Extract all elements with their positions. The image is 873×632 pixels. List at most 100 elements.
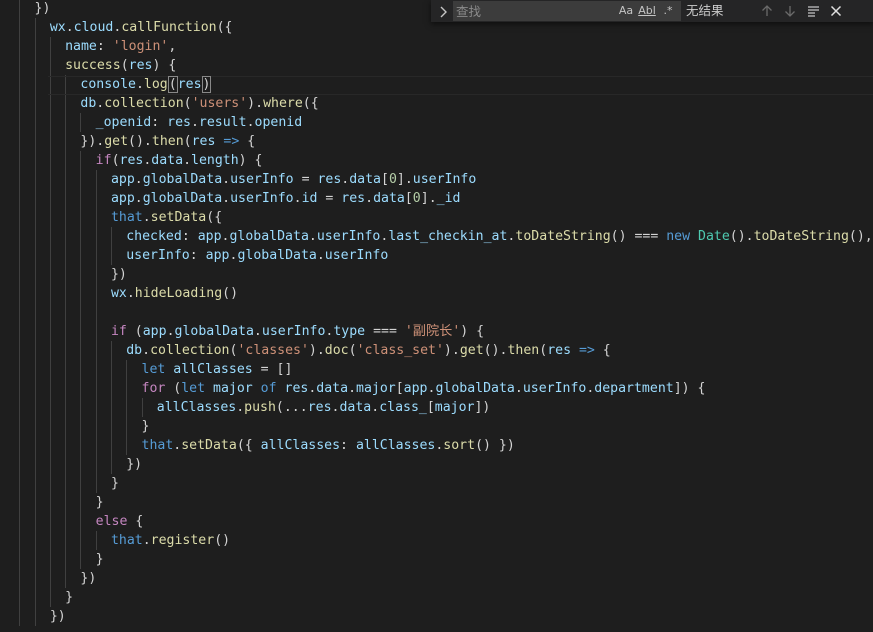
code-line[interactable]: } [142, 417, 150, 436]
code-token: allClasses [173, 362, 253, 377]
code-line[interactable]: userInfo: app.globalData.userInfo [126, 246, 388, 265]
indent-guide [110, 341, 112, 474]
code-token: res [317, 172, 342, 187]
code-token: : [189, 248, 206, 263]
code-line[interactable]: if(res.data.length) { [96, 151, 263, 170]
code-line[interactable]: }) [35, 0, 51, 18]
code-line[interactable]: db.collection('classes').doc('class_set'… [126, 341, 611, 360]
code-token: (... [275, 400, 308, 415]
code-token: } [141, 419, 150, 434]
code-token: sort [443, 438, 476, 453]
code-token: id [301, 191, 318, 206]
code-line[interactable]: } [96, 493, 104, 512]
code-line[interactable]: _openid: res.result.openid [96, 113, 302, 132]
code-token: { [594, 343, 611, 358]
code-area[interactable]: }) wx.cloud.callFunction({name: 'login', s… [0, 0, 873, 632]
code-line[interactable]: app.globalData.userInfo = res.data[0].us… [111, 170, 476, 189]
code-token: name [65, 39, 97, 54]
code-token: 'login' [112, 39, 169, 54]
code-token: collection [104, 96, 184, 111]
code-token: . [293, 191, 302, 206]
code-line[interactable]: name: 'login', [65, 37, 176, 56]
chevron-right-icon[interactable] [435, 2, 451, 20]
code-line[interactable]: }) [80, 569, 96, 588]
code-token: . [134, 172, 143, 187]
code-token: () [214, 533, 231, 548]
code-token: globalData [142, 191, 223, 206]
code-token: . [246, 115, 255, 130]
code-token: data [316, 381, 349, 396]
code-token: . [348, 381, 357, 396]
code-line[interactable]: wx.cloud.callFunction({ [50, 18, 233, 37]
code-token: allClasses [355, 438, 436, 453]
code-token: ). [247, 96, 264, 111]
find-in-selection-icon[interactable] [803, 2, 823, 20]
code-token: . [371, 400, 380, 415]
code-line[interactable]: } [65, 588, 73, 607]
code-line[interactable]: console.log(res) [80, 75, 212, 94]
code-token: . [142, 343, 151, 358]
code-token: db [80, 96, 97, 111]
code-line[interactable]: checked: app.globalData.userInfo.last_ch… [126, 227, 872, 246]
code-token: . [183, 153, 192, 168]
code-token: ]) [474, 400, 491, 415]
code-line[interactable]: }) [111, 265, 127, 284]
code-line[interactable]: } [111, 474, 119, 493]
close-icon[interactable] [826, 2, 846, 20]
whole-word-toggle[interactable]: Abl [637, 3, 657, 19]
code-line[interactable]: that.register() [111, 531, 230, 550]
code-token: . [126, 286, 135, 301]
code-token: res [167, 115, 191, 130]
code-token: res [307, 400, 332, 415]
code-line[interactable]: db.collection('users').where({ [80, 94, 318, 113]
indent-guide [141, 398, 143, 417]
code-token: () }) [475, 438, 515, 453]
code-token: () === [610, 229, 667, 244]
code-line[interactable]: for (let major of res.data.major[app.glo… [142, 379, 706, 398]
code-line[interactable]: }).get().then(res => { [80, 132, 255, 151]
code-line[interactable]: }) [50, 607, 66, 626]
code-line[interactable]: let allClasses = [] [142, 360, 293, 379]
code-token: of [260, 381, 277, 396]
code-token: callFunction [121, 20, 217, 35]
code-token: ({ [216, 20, 233, 35]
regex-toggle[interactable]: .* [659, 3, 677, 19]
code-token: 0 [412, 191, 421, 206]
code-token: doc [324, 343, 349, 358]
code-line[interactable]: else { [96, 512, 144, 531]
code-line[interactable]: }) [126, 455, 142, 474]
code-token: app [110, 172, 135, 187]
code-token: ) { [460, 324, 485, 339]
code-line[interactable]: that.setData({ allClasses: allClasses.so… [142, 436, 515, 455]
code-token: . [222, 172, 231, 187]
arrow-down-icon[interactable] [780, 2, 800, 20]
code-token: ). [308, 343, 325, 358]
code-line[interactable]: wx.hideLoading() [111, 284, 238, 303]
code-token: . [365, 191, 374, 206]
code-token: res [191, 134, 216, 149]
code-editor[interactable]: }) wx.cloud.callFunction({name: 'login', s… [0, 0, 873, 632]
code-token: else [95, 514, 128, 529]
code-token: app [110, 191, 135, 206]
code-line[interactable]: } [96, 550, 104, 569]
code-line[interactable]: app.globalData.userInfo.id = res.data[0]… [111, 189, 461, 208]
arrow-up-icon[interactable] [757, 2, 777, 20]
code-token: hideLoading [134, 286, 223, 301]
code-token: data [151, 153, 184, 168]
code-token: '副院长' [404, 324, 461, 339]
code-token: major [213, 381, 253, 396]
code-line[interactable]: that.setData({ [111, 208, 222, 227]
code-token: log [143, 77, 168, 92]
code-token: ({ [236, 438, 261, 453]
code-token: wx [49, 20, 66, 35]
code-token: }) [34, 1, 51, 16]
match-case-toggle[interactable]: Aa [617, 3, 635, 19]
code-line[interactable]: allClasses.push(...res.data.class_[major… [157, 398, 491, 417]
code-token: app [142, 324, 167, 339]
code-token: }) [126, 457, 143, 472]
code-token: [ [404, 191, 413, 206]
code-line[interactable]: success(res) { [65, 56, 176, 75]
code-line[interactable]: if (app.globalData.userInfo.type === '副院… [111, 322, 484, 341]
